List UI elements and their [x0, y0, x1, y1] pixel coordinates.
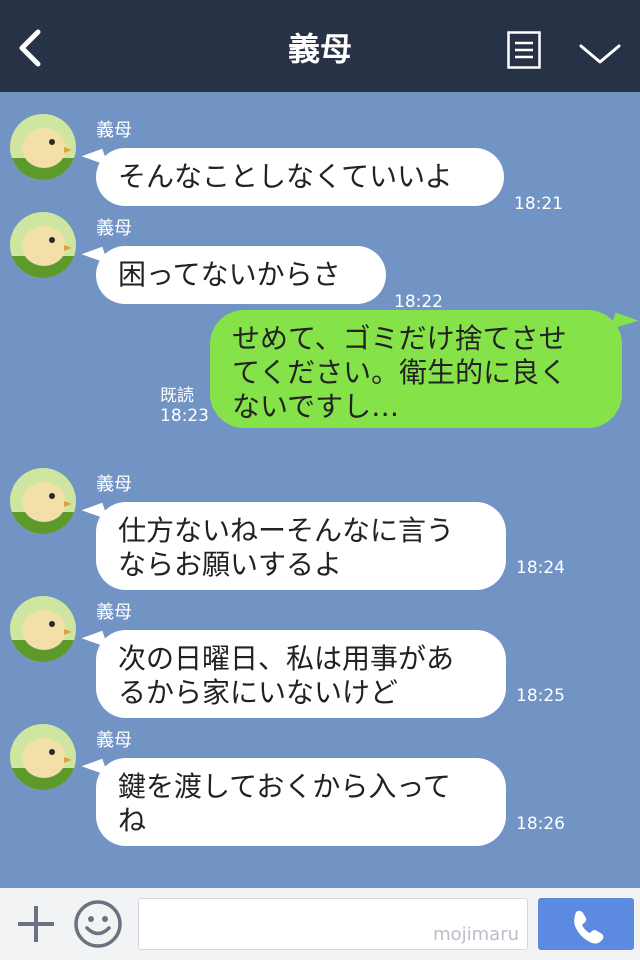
message-line: そんなことしなくていいよ [118, 160, 453, 193]
watermark: mojimaru [433, 924, 519, 945]
message-line: せめて、ゴミだけ捨てさせ [232, 322, 567, 355]
input-bar: mojimaru [0, 888, 640, 960]
chat-area[interactable]: 義母 そんなことしなくていいよ 18:21 義母 困ってないからさ 18:22 … [0, 92, 640, 888]
message-line: るから家にいないけど [118, 676, 399, 709]
message-line: ならお願いするよ [118, 548, 343, 581]
sender-name: 義母 [96, 474, 132, 495]
message-time: 18:21 [514, 194, 563, 214]
message-input[interactable]: mojimaru [138, 898, 528, 950]
message-time: 18:23 [160, 406, 209, 426]
message-line: てください。衛生的に良く [232, 356, 568, 389]
message-line: 困ってないからさ [118, 258, 341, 291]
message-time: 18:24 [516, 558, 565, 578]
message-bubble[interactable]: 次の日曜日、私は用事があ るから家にいないけど [96, 630, 506, 718]
smile-icon[interactable] [72, 898, 124, 950]
message-line: 仕方ないねーそんなに言う [118, 514, 455, 547]
chat-header: 義母 [0, 0, 640, 92]
message-line: ないですし… [232, 390, 400, 423]
message-time: 18:25 [516, 686, 565, 706]
read-receipt: 既読 18:23 [160, 386, 209, 426]
chick-avatar[interactable] [10, 724, 76, 790]
message-line: ね [118, 804, 147, 837]
message-bubble[interactable]: 仕方ないねーそんなに言う ならお願いするよ [96, 502, 506, 590]
read-label: 既読 [160, 386, 194, 406]
plus-icon[interactable] [14, 902, 58, 946]
message-line: 鍵を渡しておくから入って [118, 770, 451, 803]
message-time: 18:26 [516, 814, 565, 834]
chick-avatar[interactable] [10, 114, 76, 180]
message-bubble[interactable]: 鍵を渡しておくから入って ね [96, 758, 506, 846]
call-button[interactable] [538, 898, 634, 950]
message-line: 次の日曜日、私は用事があ [118, 642, 455, 675]
sender-name: 義母 [96, 602, 132, 623]
outgoing-message-bubble[interactable]: せめて、ゴミだけ捨てさせ てください。衛生的に良く ないですし… [210, 310, 622, 428]
chick-avatar[interactable] [10, 468, 76, 534]
chevron-down-icon[interactable] [578, 36, 622, 68]
chick-avatar[interactable] [10, 212, 76, 278]
sender-name: 義母 [96, 730, 132, 751]
message-time: 18:22 [394, 292, 443, 312]
notes-icon[interactable] [507, 31, 541, 69]
sender-name: 義母 [96, 120, 132, 141]
message-bubble[interactable]: そんなことしなくていいよ [96, 148, 504, 206]
phone-icon [574, 910, 604, 944]
message-bubble[interactable]: 困ってないからさ [96, 246, 386, 304]
chat-title: 義母 [287, 30, 352, 68]
chick-avatar[interactable] [10, 596, 76, 662]
sender-name: 義母 [96, 218, 132, 239]
